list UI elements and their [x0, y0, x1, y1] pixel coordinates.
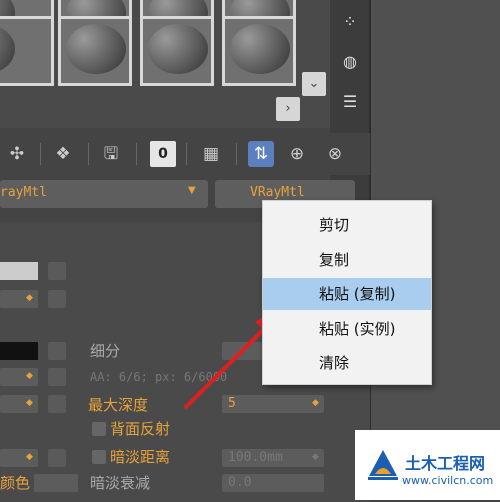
spinner-field[interactable]: ◆ — [0, 395, 38, 413]
dim-falloff-spinner[interactable]: 0.0 — [222, 474, 324, 492]
chevron-down-icon[interactable]: ⌄ — [302, 72, 326, 96]
dim-distance-label: 暗淡距离 — [110, 448, 171, 466]
show-end-result-icon[interactable]: ⇅ — [248, 141, 274, 167]
color-dropdown[interactable] — [34, 474, 78, 492]
toolbar-separator — [40, 143, 41, 165]
spinner-field[interactable]: ◆ — [0, 449, 38, 467]
map-button[interactable] — [48, 342, 66, 360]
color-label: 颜色 — [0, 474, 31, 492]
material-name-dropdown[interactable]: rayMtl ▼ — [0, 180, 208, 208]
pick-material-icon[interactable]: ⊗ — [322, 141, 348, 167]
spinner-arrows-icon[interactable]: ◆ — [26, 452, 33, 462]
back-reflect-checkbox[interactable] — [92, 422, 106, 436]
material-slot[interactable] — [222, 16, 296, 86]
get-material-icon[interactable]: ✣ — [4, 141, 30, 167]
spinner-field[interactable]: ◆ — [0, 368, 38, 386]
dim-distance-value: 100.0mm — [228, 450, 283, 465]
spinner-field[interactable]: ◆ — [0, 290, 38, 308]
toolbar-separator — [136, 143, 137, 165]
material-editor-toolbar: ✣ ❖ 🖫 0 ▦ ⇅ ⊕ ⊗ — [0, 133, 370, 175]
color-swatch[interactable] — [0, 262, 38, 280]
watermark-text: 土木工程网 — [405, 454, 486, 473]
map-button[interactable] — [48, 290, 66, 308]
dim-falloff-value: 0.0 — [228, 475, 252, 490]
spinner-arrows-icon[interactable]: ◆ — [312, 398, 319, 408]
back-reflect-label: 背面反射 — [110, 420, 171, 438]
dim-distance-spinner[interactable]: 100.0mm ◆ — [222, 449, 324, 467]
watermark-url: www.civilcn.com — [402, 474, 494, 487]
map-button[interactable] — [48, 262, 66, 280]
show-map-icon[interactable]: ▦ — [198, 141, 224, 167]
go-to-parent-icon[interactable]: ⊕ — [284, 141, 310, 167]
subdivs-label: 细分 — [90, 342, 121, 360]
dim-distance-checkbox[interactable] — [92, 450, 106, 464]
map-button[interactable] — [48, 449, 66, 467]
max-depth-label: 最大深度 — [88, 396, 149, 414]
backlight-icon[interactable]: ◍ — [338, 50, 362, 74]
toolbar-separator — [186, 143, 187, 165]
map-button[interactable] — [48, 395, 66, 413]
menu-item-cut[interactable]: 剪切 — [263, 209, 431, 241]
menu-item-paste-instance[interactable]: 粘贴 (实例) — [263, 313, 431, 345]
material-name-text: rayMtl — [0, 185, 47, 200]
spinner-arrows-icon[interactable]: ◆ — [26, 293, 33, 303]
material-slot[interactable] — [58, 16, 132, 86]
reflect-color-swatch[interactable] — [0, 342, 38, 360]
sample-type-icon[interactable]: ⁘ — [338, 10, 362, 34]
toolbar-separator — [236, 143, 237, 165]
options-list-icon[interactable]: ☰ — [338, 90, 362, 114]
watermark: 土木工程网 www.civilcn.com — [355, 430, 500, 500]
menu-item-paste-copy[interactable]: 粘贴 (复制) — [263, 278, 431, 310]
chevron-right-icon[interactable]: › — [276, 97, 300, 121]
logo-icon — [368, 450, 398, 480]
dim-falloff-label: 暗淡衰减 — [90, 474, 151, 492]
menu-item-clear[interactable]: 清除 — [263, 347, 431, 379]
spinner-arrows-icon[interactable]: ◆ — [26, 371, 33, 381]
material-slot[interactable] — [0, 16, 54, 86]
context-menu: 剪切 复制 粘贴 (复制) 粘贴 (实例) 清除 — [262, 200, 432, 385]
toolbar-separator — [88, 143, 89, 165]
spinner-arrows-icon[interactable]: ◆ — [312, 452, 319, 462]
assign-material-icon[interactable]: ❖ — [50, 141, 76, 167]
material-type-text: VRayMtl — [250, 185, 305, 200]
map-button[interactable] — [48, 368, 66, 386]
save-icon[interactable]: 🖫 — [98, 141, 124, 167]
dropdown-arrow-icon: ▼ — [188, 185, 196, 196]
material-slot[interactable] — [140, 16, 214, 86]
menu-item-copy[interactable]: 复制 — [263, 244, 431, 276]
material-id-channel-button[interactable]: 0 — [150, 141, 176, 167]
spinner-arrows-icon[interactable]: ◆ — [26, 398, 33, 408]
